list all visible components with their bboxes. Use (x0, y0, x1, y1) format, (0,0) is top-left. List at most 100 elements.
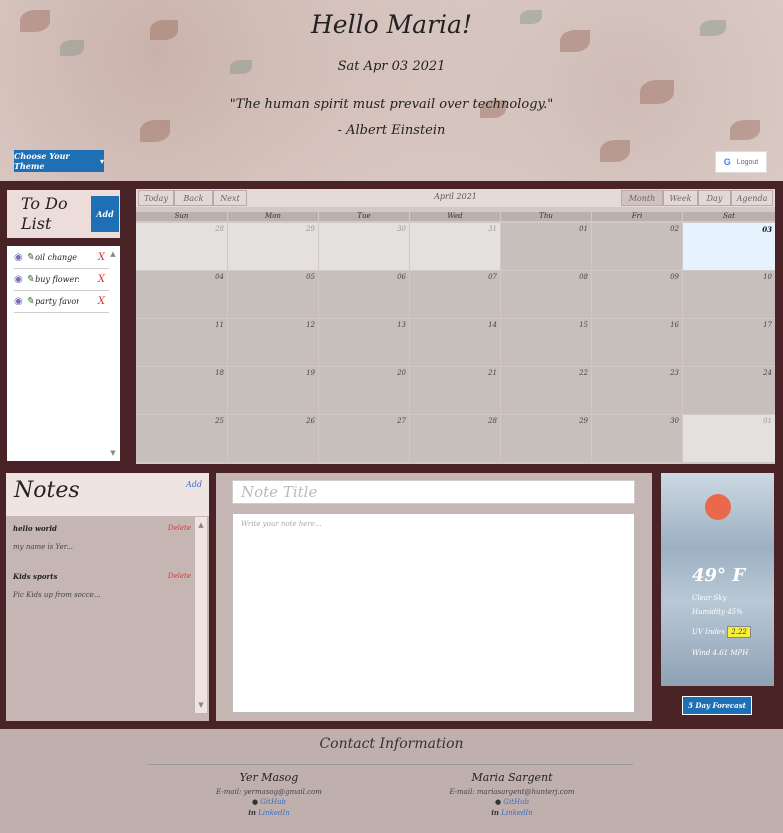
notes-add-link[interactable]: Add (186, 480, 202, 489)
calendar: Today Back Next April 2021 Month Week Da… (136, 189, 775, 464)
calendar-day-cell[interactable]: 27 (319, 415, 409, 462)
todo-list: ◉ ✎ oil change X ◉ ✎ buy flowers X ◉ ✎ p… (7, 246, 120, 461)
calendar-day-cell[interactable]: 01 (501, 223, 591, 270)
view-agenda-button[interactable]: Agenda (731, 190, 773, 206)
calendar-day-cell[interactable]: 21 (410, 367, 500, 414)
note-delete-link[interactable]: Delete (168, 572, 191, 580)
delete-x-icon[interactable]: X (98, 252, 105, 263)
calendar-day-cell[interactable]: 07 (410, 271, 500, 318)
calendar-day-cell[interactable]: 08 (501, 271, 591, 318)
calendar-day-cell[interactable]: 29 (228, 223, 318, 270)
weekday-header: Thu (501, 212, 591, 221)
pencil-icon[interactable]: ✎ (26, 296, 34, 307)
scroll-up-icon[interactable]: ▲ (195, 521, 207, 529)
scroll-down-icon[interactable]: ▼ (195, 701, 207, 709)
linkedin-link[interactable]: in LinkedIn (412, 808, 612, 817)
five-day-forecast-button[interactable]: 5 Day Forecast (682, 696, 752, 715)
logout-button[interactable]: G Logout (715, 151, 767, 173)
calendar-day-cell[interactable]: 20 (319, 367, 409, 414)
choose-theme-button[interactable]: Choose Your Theme ▾ (14, 150, 104, 172)
calendar-day-cell[interactable]: 13 (319, 319, 409, 366)
weather-humidity: Humidity 45% (692, 608, 743, 616)
scroll-up-icon[interactable]: ▲ (108, 250, 118, 258)
calendar-day-cell[interactable]: 22 (501, 367, 591, 414)
calendar-day-cell[interactable]: 17 (683, 319, 775, 366)
contact-footer: Contact Information Yer Masog E-mail: ye… (0, 729, 783, 833)
weekday-header: Sat (683, 212, 775, 221)
contact-email: E-mail: mariasargent@hunterj.com (449, 788, 575, 796)
linkedin-icon: in (491, 808, 499, 817)
note-title-input[interactable]: Note Title (232, 480, 635, 504)
todo-title-line2: List (21, 214, 52, 233)
notes-title: Notes (14, 478, 80, 503)
view-month-button[interactable]: Month (621, 190, 663, 206)
view-week-button[interactable]: Week (663, 190, 698, 206)
calendar-day-cell[interactable]: 19 (228, 367, 318, 414)
calendar-day-cell[interactable]: 01 (683, 415, 775, 462)
calendar-day-cell[interactable]: 11 (136, 319, 227, 366)
linkedin-icon: in (248, 808, 256, 817)
calendar-day-cell[interactable]: 06 (319, 271, 409, 318)
weekday-header: Sun (136, 212, 227, 221)
calendar-day-cell[interactable]: 28 (136, 223, 227, 270)
notes-scrollbar[interactable]: ▲ ▼ (195, 517, 207, 713)
note-item[interactable]: Kids sports Delete Pic Kids up from socc… (13, 572, 191, 599)
github-icon: ● (494, 798, 502, 806)
calendar-day-cell[interactable]: 12 (228, 319, 318, 366)
calendar-day-cell[interactable]: 18 (136, 367, 227, 414)
github-link[interactable]: ● GitHub (412, 798, 612, 806)
note-item[interactable]: hello world Delete my name is Yer... (13, 524, 191, 551)
calendar-day-cell[interactable]: 10 (683, 271, 775, 318)
todo-scrollbar[interactable]: ▲ ▼ (108, 250, 118, 457)
eye-icon[interactable]: ◉ (14, 252, 23, 263)
choose-theme-label: Choose Your Theme (14, 151, 70, 171)
calendar-day-cell[interactable]: 30 (592, 415, 682, 462)
todo-add-button[interactable]: Add (91, 196, 119, 232)
scroll-down-icon[interactable]: ▼ (108, 449, 118, 457)
weather-card: 49° F Clear Sky Humidity 45% UV Index 2.… (661, 473, 774, 686)
calendar-day-cell[interactable]: 16 (592, 319, 682, 366)
eye-icon[interactable]: ◉ (14, 274, 23, 285)
pencil-icon[interactable]: ✎ (26, 252, 34, 263)
calendar-day-cell[interactable]: 24 (683, 367, 775, 414)
view-day-button[interactable]: Day (698, 190, 731, 206)
note-delete-link[interactable]: Delete (168, 524, 191, 532)
note-body-textarea[interactable]: Write your note here... (232, 513, 635, 713)
calendar-toolbar: Today Back Next April 2021 Month Week Da… (136, 189, 775, 207)
calendar-day-cell[interactable]: 29 (501, 415, 591, 462)
divider (148, 764, 633, 765)
weekday-header: Wed (410, 212, 500, 221)
delete-x-icon[interactable]: X (98, 274, 105, 285)
calendar-day-cell[interactable]: 15 (501, 319, 591, 366)
linkedin-link[interactable]: in LinkedIn (169, 808, 369, 817)
notes-header: Notes Add (6, 473, 209, 516)
delete-x-icon[interactable]: X (98, 296, 105, 307)
note-item-preview: Pic Kids up from socce... (13, 591, 101, 599)
calendar-day-cell[interactable]: 30 (319, 223, 409, 270)
weekday-header: Mon (228, 212, 318, 221)
calendar-day-cell[interactable]: 05 (228, 271, 318, 318)
calendar-day-cell[interactable]: 23 (592, 367, 682, 414)
calendar-day-cell[interactable]: 28 (410, 415, 500, 462)
github-link[interactable]: ● GitHub (169, 798, 369, 806)
note-item-title: hello world (13, 524, 57, 533)
uv-label: UV Index (692, 628, 726, 636)
weather-condition: Clear Sky (692, 594, 727, 602)
calendar-day-cell[interactable]: 04 (136, 271, 227, 318)
calendar-day-cell[interactable]: 02 (592, 223, 682, 270)
calendar-day-cell[interactable]: 09 (592, 271, 682, 318)
calendar-day-cell[interactable]: 26 (228, 415, 318, 462)
calendar-day-cell[interactable]: 03 (683, 223, 775, 270)
linkedin-label: LinkedIn (501, 809, 533, 817)
pencil-icon[interactable]: ✎ (26, 274, 34, 285)
caret-down-icon: ▾ (99, 156, 104, 166)
calendar-day-cell[interactable]: 25 (136, 415, 227, 462)
todo-item: ◉ ✎ party favors X (14, 291, 109, 313)
leaf-decoration (60, 40, 84, 56)
calendar-day-cell[interactable]: 31 (410, 223, 500, 270)
todo-title: To Do List (21, 194, 68, 234)
eye-icon[interactable]: ◉ (14, 296, 23, 307)
calendar-day-cell[interactable]: 14 (410, 319, 500, 366)
current-date: Sat Apr 03 2021 (337, 59, 446, 74)
leaf-decoration (600, 140, 630, 162)
